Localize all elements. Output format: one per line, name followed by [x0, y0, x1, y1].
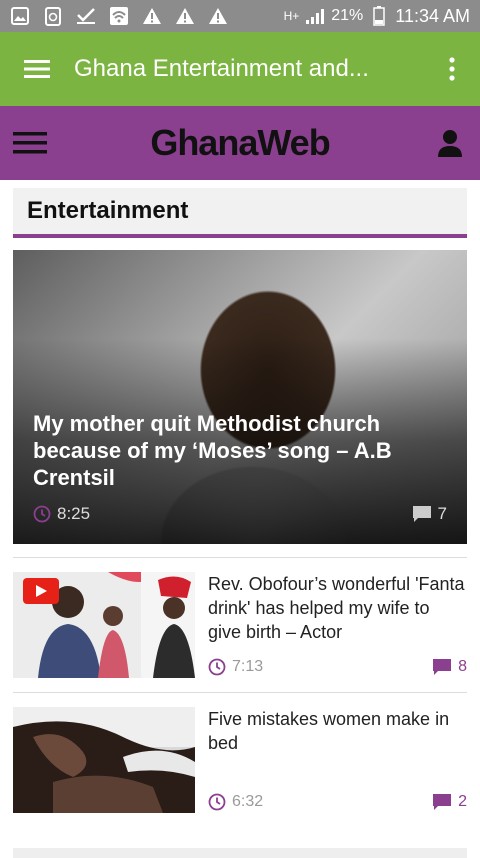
check-icon — [76, 6, 96, 26]
clock-icon — [33, 505, 51, 523]
section-header: Entertainment — [13, 188, 467, 238]
warning-icon — [142, 6, 162, 26]
wifi-icon — [109, 6, 129, 26]
battery-percent: 21% — [331, 7, 364, 24]
list-item[interactable]: Rev. Obofour’s wonderful 'Fanta drink' h… — [13, 572, 467, 682]
notification-icons — [10, 6, 228, 26]
battery-icon — [369, 6, 389, 26]
system-status: H+ 21% 11:34 AM — [284, 6, 470, 27]
site-logo[interactable]: GhanaWeb — [60, 122, 420, 164]
image-icon — [10, 6, 30, 26]
featured-article[interactable]: My mother quit Methodist church because … — [13, 250, 467, 544]
featured-title: My mother quit Methodist church because … — [33, 411, 392, 490]
thumbnail-image — [13, 707, 195, 813]
list-item[interactable]: Five mistakes women make in bed 6:32 2 — [13, 707, 467, 817]
status-bar: H+ 21% 11:34 AM — [0, 0, 480, 32]
article-comment-count: 2 — [458, 793, 467, 810]
article-time: 6:32 — [232, 793, 264, 810]
hamburger-icon — [24, 60, 50, 78]
user-account-button[interactable] — [420, 106, 480, 180]
comment-icon — [433, 659, 452, 675]
featured-comment-count: 7 — [437, 504, 447, 523]
recycle-icon — [43, 6, 63, 26]
featured-time: 8:25 — [57, 504, 91, 523]
article-title: Rev. Obofour’s wonderful 'Fanta drink' h… — [208, 574, 465, 642]
youtube-play-icon — [23, 578, 59, 604]
divider — [13, 557, 467, 558]
hamburger-icon — [13, 132, 47, 154]
featured-meta: 8:25 7 — [33, 504, 447, 524]
divider — [13, 692, 467, 693]
warning-icon — [208, 6, 228, 26]
article-thumbnail — [13, 707, 195, 813]
comment-icon — [433, 794, 452, 810]
content-area: Entertainment My mother quit Methodist c… — [0, 180, 480, 858]
app-toolbar: Ghana Entertainment and... — [0, 32, 480, 106]
clock-icon — [208, 793, 226, 811]
clock-icon — [208, 658, 226, 676]
network-type-label: H+ — [283, 9, 300, 23]
warning-icon — [175, 6, 195, 26]
overflow-menu-button[interactable] — [424, 32, 480, 106]
more-vert-icon — [449, 57, 455, 81]
clock: 11:34 AM — [395, 5, 470, 26]
next-section-card — [13, 848, 467, 858]
comment-icon — [412, 506, 431, 522]
section-title: Entertainment — [27, 197, 189, 224]
user-icon — [438, 130, 462, 157]
article-comment-count: 8 — [458, 658, 467, 675]
site-header: GhanaWeb — [0, 106, 480, 180]
site-menu-button[interactable] — [0, 106, 60, 180]
nav-drawer-button[interactable] — [0, 32, 74, 106]
signal-icon — [305, 6, 325, 26]
article-time: 7:13 — [232, 658, 264, 675]
article-thumbnail — [13, 572, 195, 678]
article-title: Five mistakes women make in bed — [208, 709, 450, 753]
app-title: Ghana Entertainment and... — [74, 55, 369, 82]
